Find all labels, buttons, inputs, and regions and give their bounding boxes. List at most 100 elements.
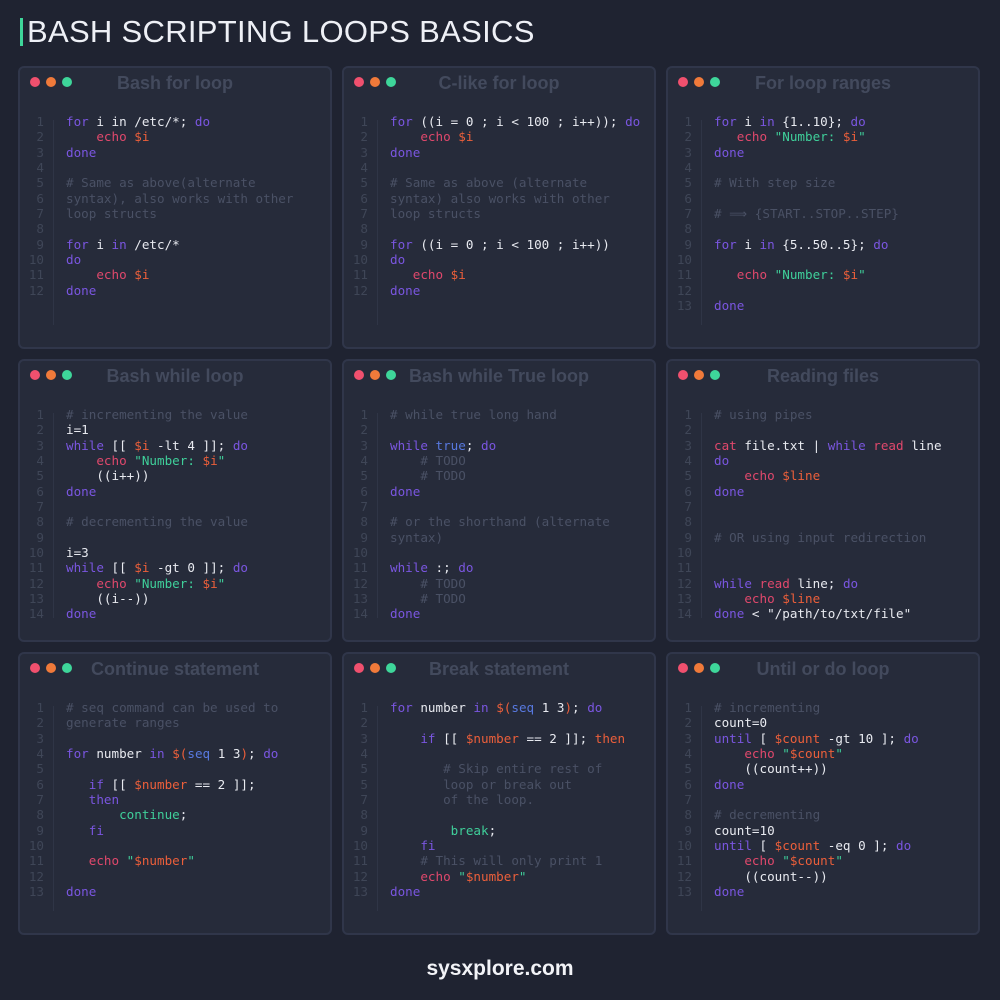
code-block: 1for ((i = 0 ; i < 100 ; i++)); do2 echo… [344, 114, 654, 298]
line-number: 9 [668, 530, 692, 545]
line-number: 13 [668, 298, 692, 313]
line-number: 6 [668, 484, 692, 499]
line-number: 7 [668, 499, 692, 514]
code-line: 8# decrementing the value [20, 514, 330, 529]
code-line: 6done [668, 777, 978, 792]
code-line: 14done < "/path/to/txt/file" [668, 606, 978, 621]
code-token: $count [790, 746, 836, 761]
code-line: 4 echo "$count" [668, 746, 978, 761]
code-block: 1# incrementing the value2i=13while [[ $… [20, 407, 330, 622]
code-card-break-statement: Break statement1for number in $(seq 1 3)… [342, 652, 656, 935]
code-token: # Same as above (alternate [390, 175, 587, 190]
line-number: 4 [20, 160, 44, 175]
code-line: 3done [668, 145, 978, 160]
code-token: do [587, 700, 602, 715]
code-token: syntax), also works with other [66, 191, 293, 206]
line-number: 12 [668, 283, 692, 298]
code-line: 7 [668, 792, 978, 807]
code-line: 7loop structs [20, 206, 330, 221]
code-token: read [873, 438, 903, 453]
line-number: 3 [668, 438, 692, 453]
line-number: 8 [20, 514, 44, 529]
code-line: 5 ((count++)) [668, 761, 978, 776]
line-number: 12 [20, 869, 44, 884]
code-line: 2count=0 [668, 715, 978, 730]
code-token: for [390, 700, 413, 715]
code-line: 4 [668, 160, 978, 175]
code-token: do [263, 746, 278, 761]
line-number: 8 [20, 807, 44, 822]
line-number: 4 [344, 160, 368, 175]
code-line: 2 echo "Number: $i" [668, 129, 978, 144]
code-line: 11 [668, 560, 978, 575]
code-token: [[ [104, 560, 134, 575]
code-line: 9for i in {5..50..5}; do [668, 237, 978, 252]
code-token: done [390, 145, 420, 160]
code-line: 7 [344, 499, 654, 514]
code-token: for [66, 114, 89, 129]
code-line: 3done [344, 145, 654, 160]
line-number: 11 [344, 560, 368, 575]
line-number: 5 [20, 468, 44, 483]
line-number: 7 [20, 499, 44, 514]
line-number: 12 [668, 869, 692, 884]
code-token: do [714, 453, 729, 468]
code-token: if [66, 777, 104, 792]
code-token: $i [458, 129, 473, 144]
code-token: loop structs [66, 206, 157, 221]
code-token: read [760, 576, 790, 591]
code-line: 1for i in {1..10}; do [668, 114, 978, 129]
code-token: $i [843, 267, 858, 282]
line-number: 12 [344, 576, 368, 591]
code-token: [[ [436, 731, 466, 746]
code-line: 3 if [[ $number == 2 ]]; then [344, 731, 654, 746]
code-token: ((i = 0 ; i < 100 ; i++)) [413, 237, 610, 252]
line-number: 7 [668, 206, 692, 221]
code-line: 4do [668, 453, 978, 468]
code-token: # With step size [714, 175, 835, 190]
code-token: count=10 [714, 823, 775, 838]
code-token: {1..10}; [775, 114, 851, 129]
line-number: 1 [344, 407, 368, 422]
line-number: 5 [668, 468, 692, 483]
code-token: $i [134, 560, 149, 575]
code-token: # TODO [390, 591, 466, 606]
code-token: -lt 4 ]]; [149, 438, 232, 453]
code-line: 3while [[ $i -lt 4 ]]; do [20, 438, 330, 453]
code-token: echo [66, 129, 134, 144]
code-token: " [187, 853, 195, 868]
code-token: " [835, 746, 843, 761]
code-token: for [714, 237, 737, 252]
code-token: do [458, 560, 473, 575]
code-token: # TODO [390, 576, 466, 591]
code-line: 9syntax) [344, 530, 654, 545]
code-token: " [127, 853, 135, 868]
line-number: 1 [668, 700, 692, 715]
code-line: 11while [[ $i -gt 0 ]]; do [20, 560, 330, 575]
line-number: 8 [20, 221, 44, 236]
code-token: echo [714, 746, 782, 761]
line-number: 1 [20, 114, 44, 129]
code-line: 8 [20, 221, 330, 236]
code-token: $number [134, 777, 187, 792]
code-line: 13done [344, 884, 654, 899]
code-token: done [714, 884, 744, 899]
code-token: [[ [104, 438, 134, 453]
code-line: 3cat file.txt | while read line [668, 438, 978, 453]
line-number: 6 [344, 191, 368, 206]
code-token: $i [134, 129, 149, 144]
line-number: 6 [668, 777, 692, 792]
line-number: 10 [344, 545, 368, 560]
code-token: ; [489, 823, 497, 838]
code-line: 13done [668, 298, 978, 313]
line-number: 10 [668, 838, 692, 853]
line-number: 8 [344, 514, 368, 529]
code-line: 12 [20, 869, 330, 884]
line-number: 5 [668, 175, 692, 190]
line-number: 4 [20, 746, 44, 761]
line-number: 12 [344, 283, 368, 298]
line-number: 13 [668, 884, 692, 899]
code-token: $count [775, 731, 821, 746]
code-token: done [66, 145, 96, 160]
line-number: 11 [344, 267, 368, 282]
